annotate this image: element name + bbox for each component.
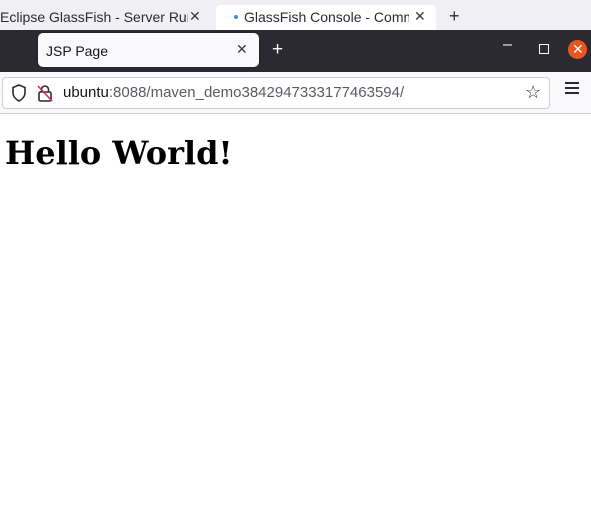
title-bar: JSP Page ✕ + – ✕ (0, 30, 591, 72)
outer-tab-label: Eclipse GlassFish - Server Running (0, 9, 188, 25)
hamburger-menu-icon[interactable] (565, 82, 579, 94)
page-heading: Hello World! (5, 134, 233, 172)
url-path: :8088/maven_demo3842947333177463594/ (108, 84, 405, 101)
outer-tab-glassfish-server[interactable]: Eclipse GlassFish - Server Running ✕ (0, 5, 212, 30)
shield-icon[interactable] (11, 84, 27, 102)
address-bar[interactable]: ubuntu:8088/maven_demo384294733317746359… (2, 77, 550, 109)
close-icon[interactable]: ✕ (189, 8, 201, 25)
outer-tab-strip: Eclipse GlassFish - Server Running ✕ Gla… (0, 0, 591, 30)
page-content: Hello World! (0, 114, 591, 514)
tab-title: JSP Page (46, 43, 109, 59)
outer-tab-label: GlassFish Console - Common Tasks (244, 9, 409, 25)
url-text[interactable]: ubuntu:8088/maven_demo384294733317746359… (63, 84, 404, 101)
maximize-button[interactable] (539, 44, 549, 54)
close-icon: ✕ (572, 41, 584, 57)
close-icon[interactable]: ✕ (236, 41, 248, 58)
insecure-lock-icon[interactable] (36, 84, 54, 102)
new-tab-button[interactable]: + (272, 39, 283, 61)
close-window-button[interactable]: ✕ (568, 40, 587, 59)
plus-icon[interactable]: + (449, 6, 460, 27)
navigation-toolbar: ubuntu:8088/maven_demo384294733317746359… (0, 72, 591, 114)
bookmark-star-icon[interactable]: ☆ (525, 82, 541, 103)
url-host: ubuntu (63, 84, 109, 101)
close-icon[interactable]: ✕ (414, 8, 426, 25)
tab-jsp-page[interactable]: JSP Page ✕ (38, 33, 259, 67)
outer-tab-glassfish-console[interactable]: GlassFish Console - Common Tasks ✕ (216, 5, 436, 30)
notification-dot-icon (234, 15, 238, 19)
minimize-button[interactable]: – (503, 36, 512, 54)
